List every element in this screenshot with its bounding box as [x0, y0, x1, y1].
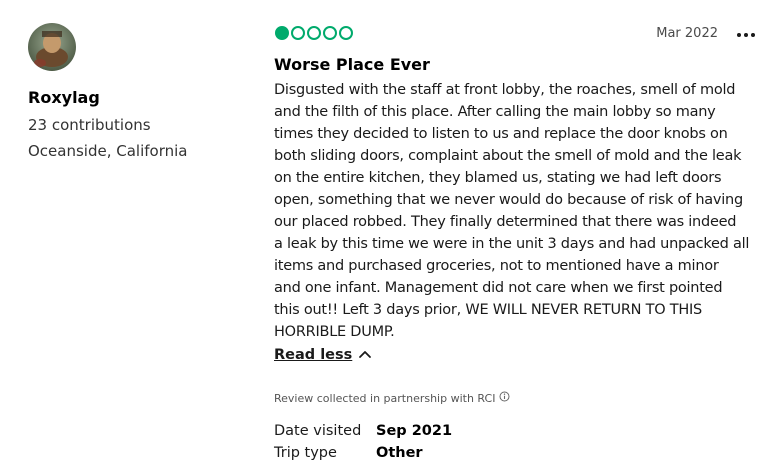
detail-label: Date visited — [274, 423, 362, 439]
detail-row: Trip type Other — [274, 442, 774, 464]
review-body-line: HORRIBLE DUMP. — [274, 324, 395, 340]
review-body-line: a leak by this time we were in the unit … — [274, 236, 750, 252]
rating-bubbles — [275, 26, 353, 40]
review-body-line: our placed robbed. They finally determin… — [274, 214, 737, 230]
read-less-button[interactable]: Read less — [274, 344, 372, 366]
rating-bubble-empty — [291, 26, 305, 40]
reviewer-name[interactable]: Roxylag — [28, 88, 248, 108]
review-header: Mar 2022 — [274, 24, 774, 46]
review-body-line: items and purchased groceries, not to me… — [274, 258, 719, 274]
review-date: Mar 2022 — [656, 26, 718, 41]
detail-value: Sep 2021 — [376, 423, 453, 439]
rating-bubble-empty — [307, 26, 321, 40]
collection-note-text: Review collected in partnership with RCI — [274, 391, 496, 405]
detail-label: Trip type — [274, 445, 337, 461]
collection-note: Review collected in partnership with RCI — [274, 391, 774, 406]
reviewer-profile: Roxylag 23 contributions Oceanside, Cali… — [28, 23, 248, 164]
contributions-count: 23 contributions — [28, 116, 151, 134]
review-title: Worse Place Ever — [274, 55, 430, 74]
detail-value: Other — [376, 445, 423, 461]
review-body-line: open, something that we never would do b… — [274, 192, 743, 208]
review-body-line: and one infant. Management did not care … — [274, 280, 723, 296]
trip-details: Date visited Sep 2021 Trip type Other — [274, 420, 774, 464]
info-icon[interactable] — [499, 391, 510, 406]
review-body-line: and the filth of this place. After calli… — [274, 104, 716, 120]
review-body-line: times they decided to listen to us and r… — [274, 126, 728, 142]
avatar[interactable] — [28, 23, 76, 71]
review-card: Mar 2022 Worse Place Ever Disgusted with… — [274, 24, 774, 464]
detail-row: Date visited Sep 2021 — [274, 420, 774, 442]
review-body-line: both sliding doors, complaint about the … — [274, 148, 742, 164]
more-options-icon[interactable] — [734, 25, 758, 45]
rating-bubble-filled — [275, 26, 289, 40]
review-body-line: on the entire kitchen, they blamed us, s… — [274, 170, 722, 186]
review-body-line: this out!! Left 3 days prior, WE WILL NE… — [274, 302, 702, 318]
rating-bubble-empty — [323, 26, 337, 40]
chevron-up-icon — [358, 344, 372, 366]
review-body-line: Disgusted with the staff at front lobby,… — [274, 82, 736, 98]
rating-bubble-empty — [339, 26, 353, 40]
read-less-label: Read less — [274, 347, 353, 363]
review-body: Disgusted with the staff at front lobby,… — [274, 79, 764, 343]
reviewer-location: Oceanside, California — [28, 142, 188, 160]
